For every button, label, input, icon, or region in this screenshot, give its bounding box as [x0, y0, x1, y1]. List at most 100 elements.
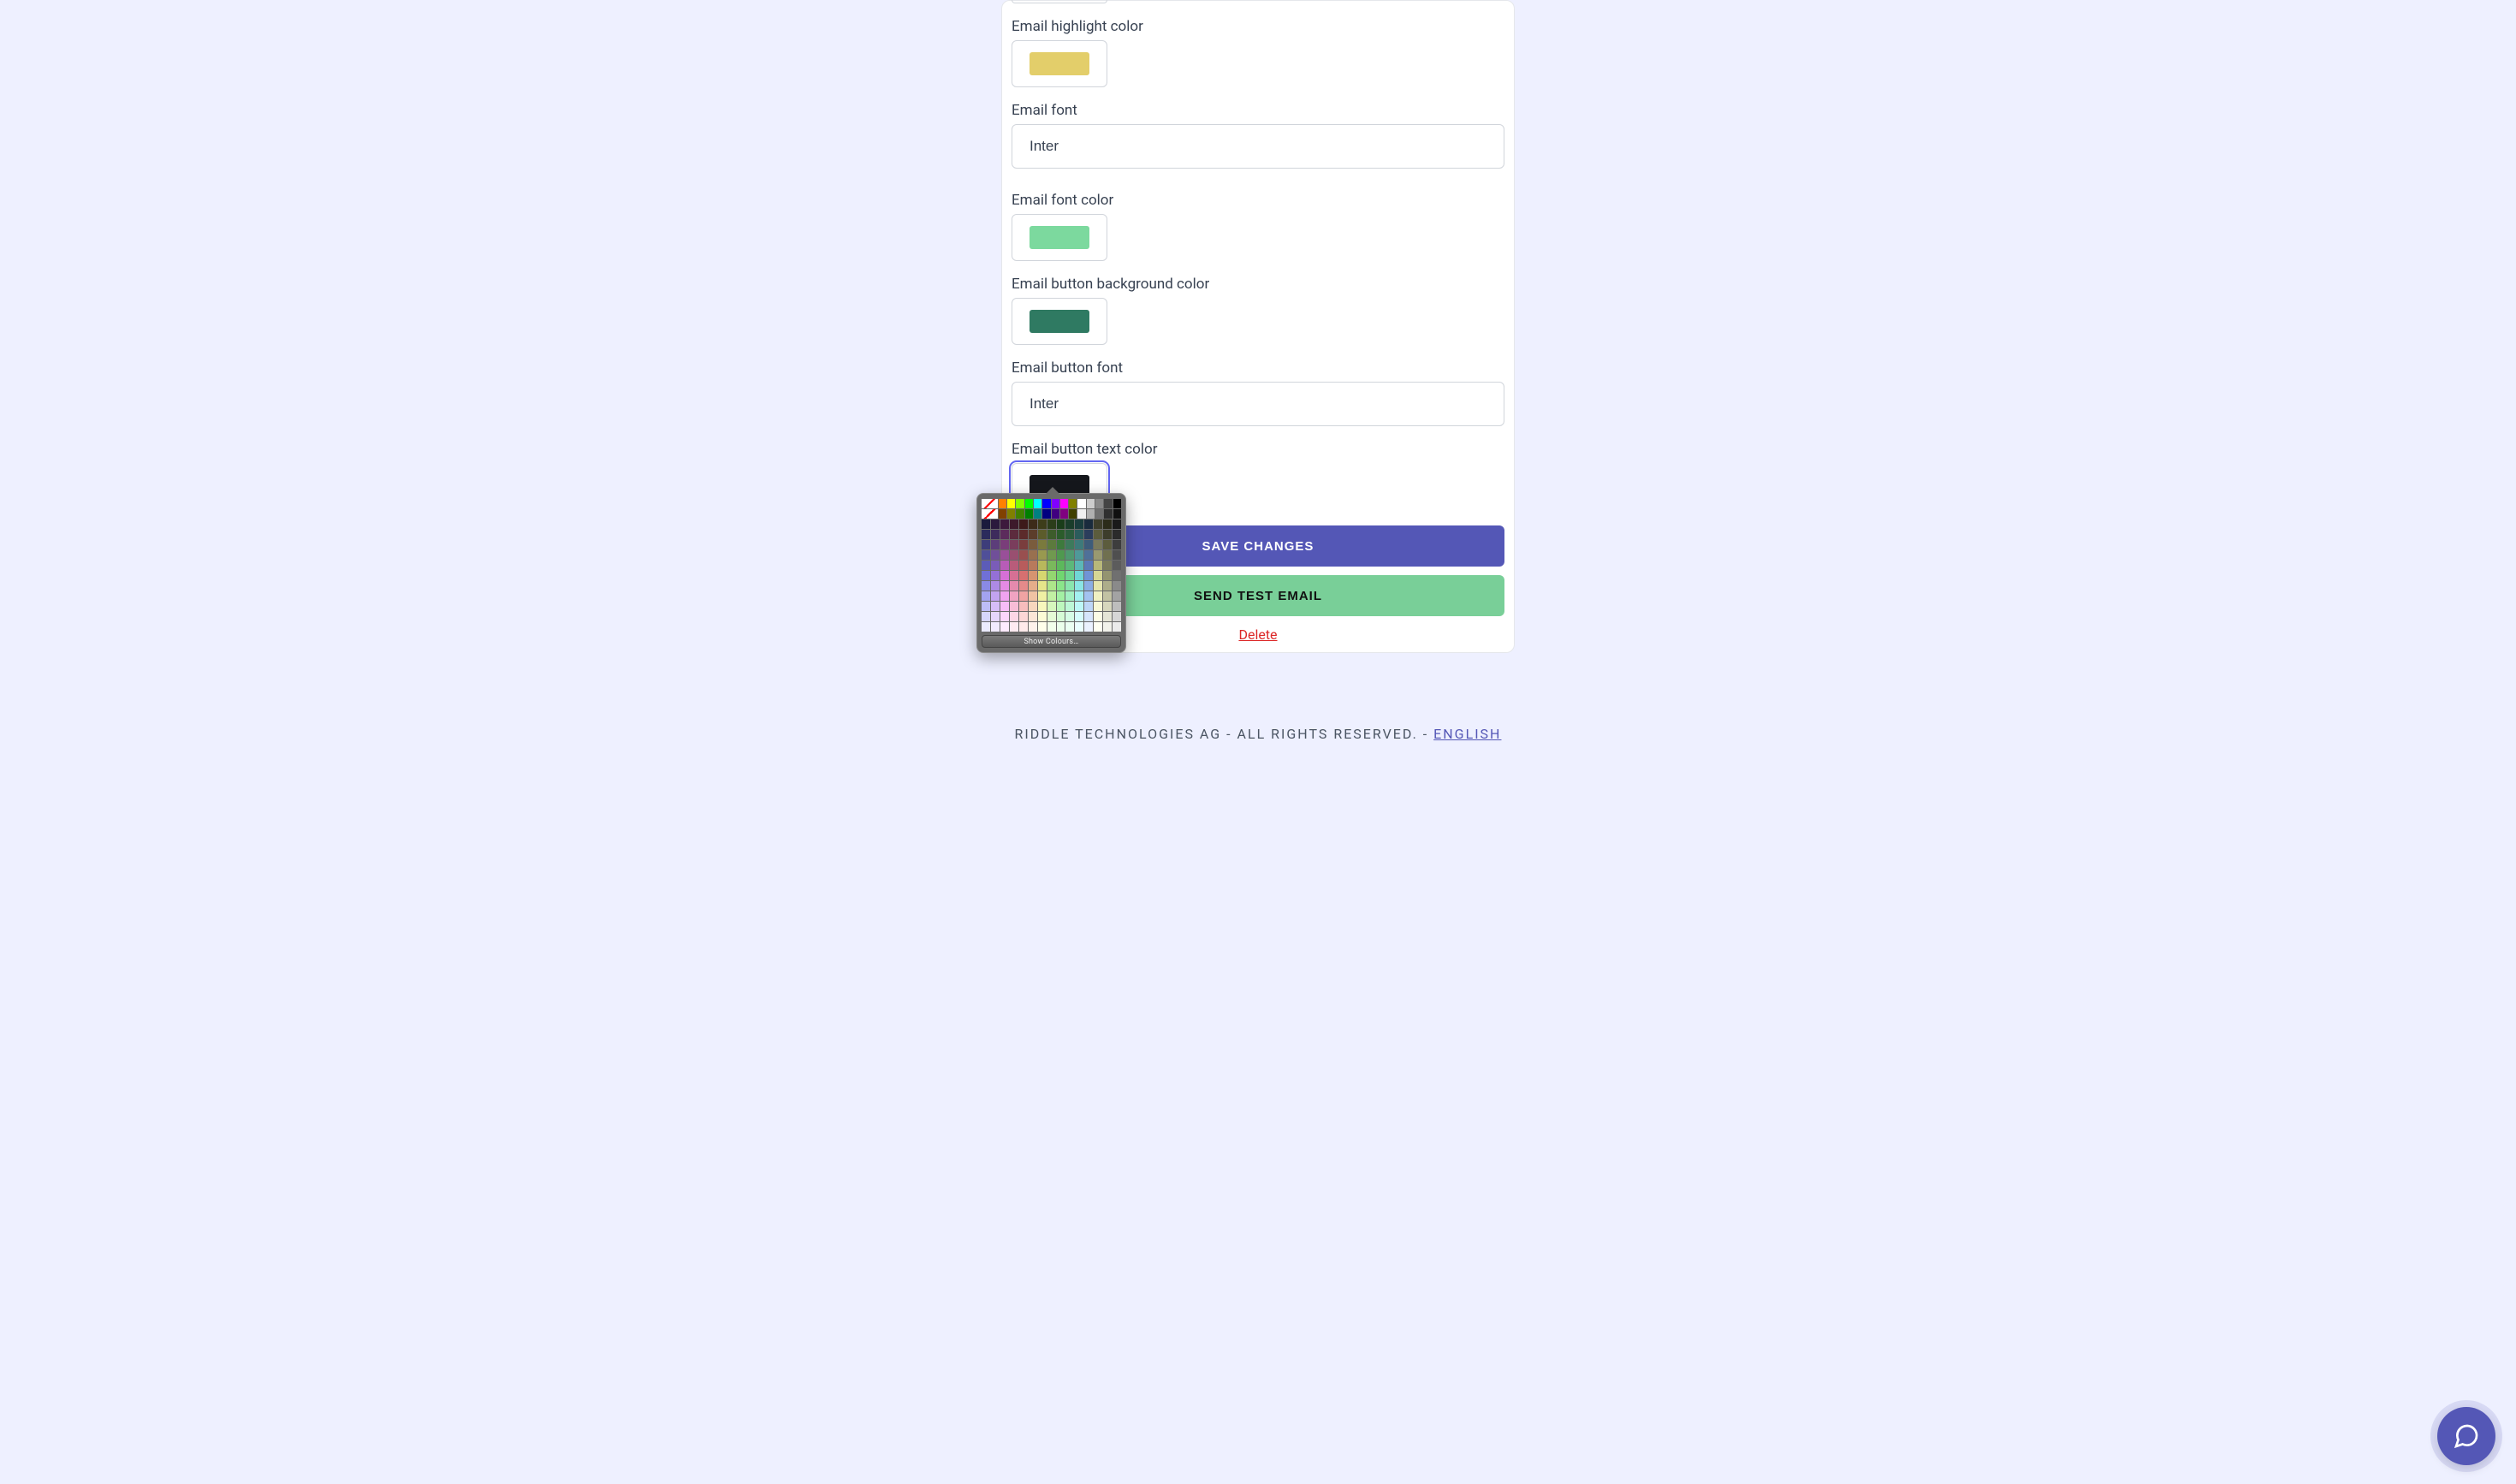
color-cell[interactable]	[1057, 591, 1065, 601]
color-cell[interactable]	[1019, 581, 1028, 591]
color-cell[interactable]	[1103, 530, 1112, 539]
color-cell[interactable]	[1057, 519, 1065, 529]
color-cell[interactable]	[1000, 540, 1009, 549]
color-cell[interactable]	[1034, 499, 1041, 508]
color-cell[interactable]	[991, 581, 1000, 591]
color-cell[interactable]	[1084, 540, 1093, 549]
color-cell[interactable]	[1084, 561, 1093, 570]
color-cell[interactable]	[982, 602, 990, 611]
color-cell[interactable]	[1016, 509, 1024, 519]
email-font-input[interactable]	[1012, 124, 1504, 169]
color-cell[interactable]	[1084, 519, 1093, 529]
color-cell[interactable]	[1094, 591, 1102, 601]
color-cell[interactable]	[1038, 519, 1047, 529]
color-cell[interactable]	[1113, 540, 1121, 549]
color-cell[interactable]	[1075, 530, 1083, 539]
color-cell[interactable]	[1075, 612, 1083, 621]
color-cell[interactable]	[1065, 519, 1074, 529]
color-cell[interactable]	[1042, 509, 1050, 519]
color-cell[interactable]	[1077, 509, 1085, 519]
color-cell[interactable]	[1029, 581, 1037, 591]
color-cell[interactable]	[1010, 519, 1018, 529]
color-cell[interactable]	[1075, 519, 1083, 529]
show-colours-button[interactable]: Show Colours…	[982, 635, 1121, 648]
color-cell[interactable]	[991, 530, 1000, 539]
color-cell[interactable]	[1057, 581, 1065, 591]
color-cell[interactable]	[1094, 612, 1102, 621]
color-cell[interactable]	[1047, 561, 1056, 570]
color-cell[interactable]	[1007, 499, 1015, 508]
color-cell[interactable]	[991, 612, 1000, 621]
color-cell[interactable]	[982, 622, 990, 632]
color-cell[interactable]	[1038, 530, 1047, 539]
color-cell[interactable]	[991, 622, 1000, 632]
color-cell[interactable]	[1103, 591, 1112, 601]
color-cell[interactable]	[1019, 519, 1028, 529]
color-cell[interactable]	[1029, 550, 1037, 560]
color-cell[interactable]	[1029, 571, 1037, 580]
color-cell[interactable]	[1065, 591, 1074, 601]
email-highlight-color-button[interactable]	[1012, 40, 1107, 87]
color-cell[interactable]	[1057, 602, 1065, 611]
color-cell[interactable]	[1084, 591, 1093, 601]
color-cell[interactable]	[1084, 612, 1093, 621]
color-cell[interactable]	[1113, 561, 1121, 570]
color-cell[interactable]	[1103, 602, 1112, 611]
color-cell[interactable]	[991, 540, 1000, 549]
color-cell[interactable]	[1000, 591, 1009, 601]
color-cell[interactable]	[1047, 530, 1056, 539]
color-cell[interactable]	[1094, 602, 1102, 611]
color-cell[interactable]	[982, 561, 990, 570]
color-cell[interactable]	[991, 591, 1000, 601]
color-cell[interactable]	[1019, 612, 1028, 621]
email-font-color-button[interactable]	[1012, 214, 1107, 261]
color-cell[interactable]	[1019, 540, 1028, 549]
color-cell[interactable]	[1019, 561, 1028, 570]
color-cell[interactable]	[1103, 581, 1112, 591]
color-cell[interactable]	[1075, 591, 1083, 601]
color-cell[interactable]	[1029, 561, 1037, 570]
color-cell[interactable]	[1065, 612, 1074, 621]
color-cell[interactable]	[1057, 612, 1065, 621]
color-cell[interactable]	[1104, 499, 1112, 508]
color-cell[interactable]	[1007, 509, 1015, 519]
color-cell[interactable]	[1077, 499, 1085, 508]
color-cell[interactable]	[1038, 550, 1047, 560]
color-cell[interactable]	[1103, 622, 1112, 632]
color-cell[interactable]	[1103, 550, 1112, 560]
color-cell[interactable]	[1025, 509, 1033, 519]
color-cell[interactable]	[1038, 561, 1047, 570]
color-cell[interactable]	[1047, 540, 1056, 549]
color-cell[interactable]	[1065, 561, 1074, 570]
color-cell[interactable]	[1010, 612, 1018, 621]
color-cell[interactable]	[1113, 612, 1121, 621]
color-cell[interactable]	[1094, 561, 1102, 570]
color-cell[interactable]	[1029, 540, 1037, 549]
color-cell[interactable]	[1075, 581, 1083, 591]
email-button-font-input[interactable]	[1012, 382, 1504, 426]
color-cell[interactable]	[991, 561, 1000, 570]
color-cell[interactable]	[982, 571, 990, 580]
color-cell[interactable]	[991, 571, 1000, 580]
color-cell[interactable]	[1113, 509, 1121, 519]
color-cell[interactable]	[1047, 519, 1056, 529]
color-cell[interactable]	[1069, 499, 1077, 508]
color-cell[interactable]	[1075, 602, 1083, 611]
color-cell[interactable]	[1010, 571, 1018, 580]
color-cell[interactable]	[1065, 571, 1074, 580]
color-cell[interactable]	[982, 519, 990, 529]
color-cell[interactable]	[1057, 622, 1065, 632]
color-cell[interactable]	[1000, 530, 1009, 539]
color-cell[interactable]	[1075, 550, 1083, 560]
color-cell[interactable]	[1029, 519, 1037, 529]
color-cell[interactable]	[982, 540, 990, 549]
color-cell[interactable]	[1094, 571, 1102, 580]
color-cell[interactable]	[1047, 602, 1056, 611]
color-cell[interactable]	[1010, 591, 1018, 601]
color-cell[interactable]	[1057, 571, 1065, 580]
color-cell[interactable]	[1113, 519, 1121, 529]
color-cell[interactable]	[1075, 622, 1083, 632]
color-cell[interactable]	[982, 550, 990, 560]
color-cell[interactable]	[1000, 602, 1009, 611]
color-cell[interactable]	[1065, 540, 1074, 549]
